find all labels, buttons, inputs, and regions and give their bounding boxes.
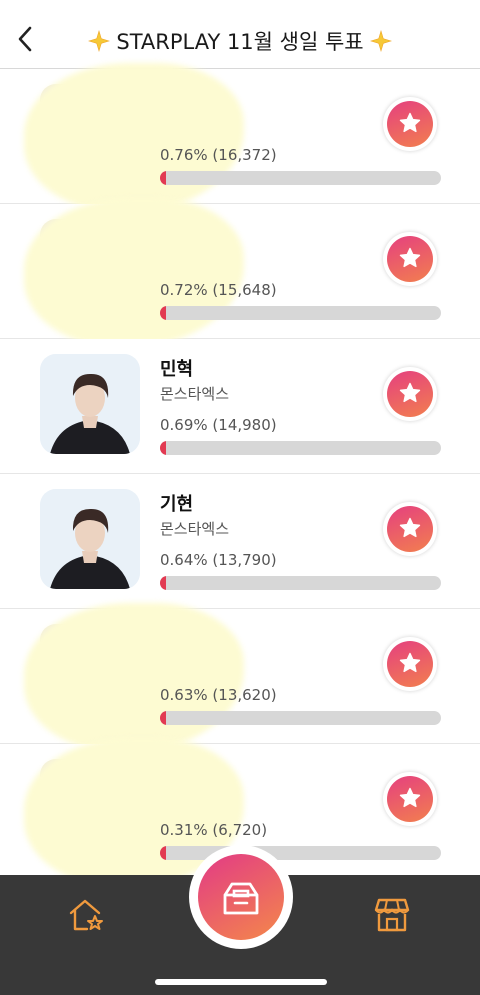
profile-photo-image	[40, 489, 140, 589]
vote-center-button-inner	[198, 854, 284, 940]
vote-button-inner	[387, 371, 433, 417]
profile-photo-image	[40, 354, 140, 454]
vote-stats: 0.64% (13,790)	[160, 551, 277, 569]
privacy-scribble	[24, 603, 244, 753]
vote-progress-bar	[160, 846, 441, 860]
ranking-row: 0.63% (13,620)	[0, 603, 480, 753]
page-title-text: STARPLAY 11월 생일 투표	[116, 30, 364, 54]
ranking-row: 0.72% (15,648)	[0, 198, 480, 348]
vote-button[interactable]	[383, 502, 437, 556]
vote-stats: 0.72% (15,648)	[160, 281, 277, 299]
vote-progress-bar	[160, 306, 441, 320]
star-icon	[399, 787, 421, 808]
vote-progress-fill	[160, 441, 167, 455]
ballot-box-icon	[223, 882, 259, 915]
member-name: 민혁	[160, 359, 194, 380]
star-icon	[399, 517, 421, 538]
home-star-icon	[69, 899, 103, 931]
vote-ranking-list: 0.76% (16,372) 0.72% (15,648) 민혁 몬스타엑스 0…	[0, 63, 480, 888]
vote-stats: 0.69% (14,980)	[160, 416, 277, 434]
chevron-left-icon	[18, 26, 32, 52]
star-icon	[399, 247, 421, 268]
vote-stats: 0.31% (6,720)	[160, 821, 268, 839]
privacy-scribble	[24, 198, 244, 348]
home-indicator	[155, 979, 327, 985]
vote-button-inner	[387, 101, 433, 147]
star-icon	[399, 382, 421, 403]
vote-button[interactable]	[383, 772, 437, 826]
profile-photo	[40, 489, 140, 589]
back-button[interactable]	[14, 24, 38, 54]
store-icon	[374, 898, 410, 932]
vote-button[interactable]	[383, 232, 437, 286]
vote-progress-bar	[160, 711, 441, 725]
privacy-scribble	[24, 63, 244, 213]
sparkle-star-icon	[370, 30, 393, 52]
vote-button-inner	[387, 641, 433, 687]
nav-store-button[interactable]	[374, 897, 410, 937]
star-icon	[399, 112, 421, 133]
vote-center-button[interactable]	[189, 845, 293, 949]
vote-stats: 0.76% (16,372)	[160, 146, 277, 164]
vote-button[interactable]	[383, 97, 437, 151]
vote-progress-fill	[160, 576, 167, 590]
ranking-row: 0.76% (16,372)	[0, 63, 480, 213]
member-name: 기현	[160, 494, 194, 515]
vote-button[interactable]	[383, 637, 437, 691]
sparkle-star-icon	[87, 30, 110, 52]
vote-progress-bar	[160, 171, 441, 185]
group-name: 몬스타엑스	[160, 385, 230, 403]
vote-button-inner	[387, 506, 433, 552]
profile-photo	[40, 354, 140, 454]
vote-button[interactable]	[383, 367, 437, 421]
ranking-row: 민혁 몬스타엑스 0.69% (14,980)	[0, 339, 480, 474]
page-title: STARPLAY 11월 생일 투표	[60, 26, 420, 56]
nav-home-button[interactable]	[68, 898, 104, 936]
vote-progress-bar	[160, 441, 441, 455]
group-name: 몬스타엑스	[160, 520, 230, 538]
vote-button-inner	[387, 776, 433, 822]
app-header: STARPLAY 11월 생일 투표	[0, 0, 480, 69]
vote-button-inner	[387, 236, 433, 282]
vote-progress-bar	[160, 576, 441, 590]
star-icon	[399, 652, 421, 673]
vote-stats: 0.63% (13,620)	[160, 686, 277, 704]
ranking-row: 기현 몬스타엑스 0.64% (13,790)	[0, 474, 480, 609]
